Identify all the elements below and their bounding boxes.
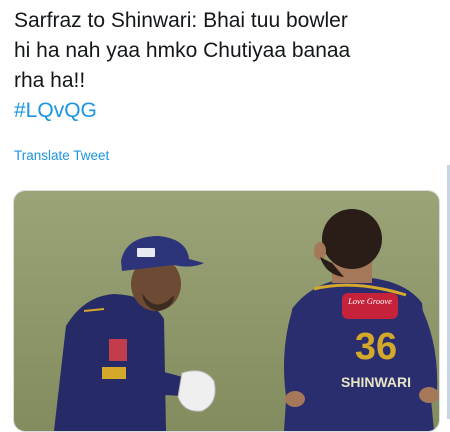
tweet-text-line: rha ha!! [14,69,86,92]
tweet-text: Sarfraz to Shinwari: Bhai tuu bowler hi … [14,6,439,126]
tweet-text-line: hi ha nah yaa hmko Chutiyaa banaa [14,39,351,62]
translate-tweet-link[interactable]: Translate Tweet [14,148,109,163]
tweet-image[interactable]: Love Groove 36 SHINWARI [13,190,440,432]
jersey-name: SHINWARI [341,374,411,390]
hashtag-link[interactable]: #LQvQG [14,96,439,126]
tweet-text-line: Sarfraz to Shinwari: Bhai tuu bowler [14,9,348,32]
sponsor-badge-text: Love Groove [347,296,392,306]
cricket-photo: Love Groove 36 SHINWARI [14,191,439,431]
jersey-number: 36 [355,326,397,368]
